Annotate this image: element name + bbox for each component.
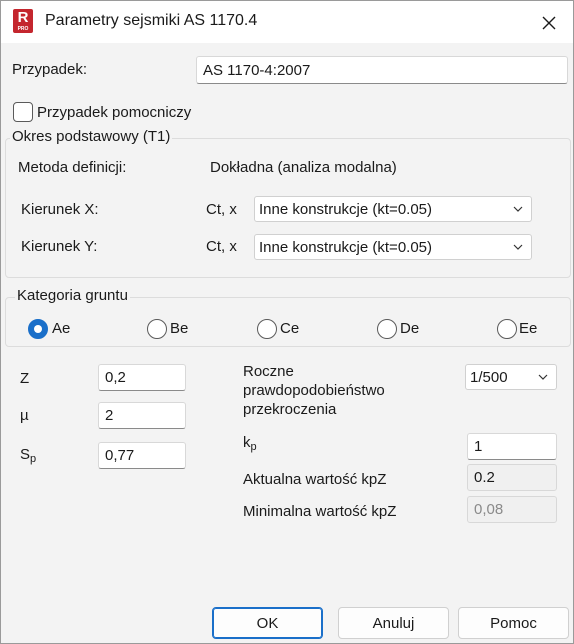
cancel-button-label: Anuluj bbox=[372, 614, 415, 632]
probability-value: 1/500 bbox=[470, 368, 508, 386]
soil-radio-be[interactable] bbox=[147, 319, 167, 339]
z-value: 0,2 bbox=[105, 369, 126, 386]
auxiliary-case-label: Przypadek pomocniczy bbox=[37, 104, 192, 121]
mu-label: µ bbox=[20, 407, 29, 424]
sp-value: 0,77 bbox=[105, 447, 135, 464]
z-input[interactable]: 0,2 bbox=[98, 364, 186, 391]
probability-select[interactable]: 1/500 bbox=[465, 364, 557, 390]
kp-label-main: k bbox=[243, 434, 251, 451]
direction-x-label: Kierunek X: bbox=[21, 201, 99, 218]
auxiliary-case-checkbox[interactable] bbox=[13, 102, 33, 122]
chevron-down-icon bbox=[513, 206, 523, 212]
soil-category-title: Kategoria gruntu bbox=[15, 287, 130, 304]
minimum-kpz-field: 0,08 bbox=[467, 496, 557, 523]
case-label: Przypadek: bbox=[12, 61, 88, 78]
direction-y-value: Inne konstrukcje (kt=0.05) bbox=[259, 238, 433, 256]
sp-input[interactable]: 0,77 bbox=[98, 442, 186, 469]
minimum-kpz-label: Minimalna wartość kpZ bbox=[243, 503, 397, 520]
case-input[interactable]: AS 1170-4:2007 bbox=[196, 56, 568, 84]
soil-label-ce: Ce bbox=[280, 320, 300, 337]
mu-input[interactable]: 2 bbox=[98, 402, 186, 429]
case-value: AS 1170-4:2007 bbox=[203, 61, 311, 79]
minimum-kpz-value: 0,08 bbox=[474, 501, 504, 518]
method-label: Metoda definicji: bbox=[18, 159, 127, 176]
soil-label-ae: Ae bbox=[52, 320, 71, 337]
kp-input[interactable]: 1 bbox=[467, 433, 557, 460]
method-value: Dokładna (analiza modalna) bbox=[210, 159, 397, 176]
ok-button[interactable]: OK bbox=[212, 607, 323, 639]
direction-x-select[interactable]: Inne konstrukcje (kt=0.05) bbox=[254, 196, 532, 222]
soil-radio-ce[interactable] bbox=[257, 319, 277, 339]
title-bar: R PRO Parametry sejsmiki AS 1170.4 bbox=[1, 1, 573, 43]
z-label: Z bbox=[20, 370, 30, 387]
direction-x-value: Inne konstrukcje (kt=0.05) bbox=[259, 200, 433, 218]
close-icon bbox=[542, 16, 556, 30]
current-kpz-field: 0.2 bbox=[467, 464, 557, 491]
sp-label-main: S bbox=[20, 446, 31, 463]
sp-label: Sp bbox=[20, 446, 36, 465]
sp-label-sub: p bbox=[30, 453, 37, 465]
soil-label-de: De bbox=[400, 320, 420, 337]
probability-label-line3: przekroczenia bbox=[243, 401, 337, 418]
help-button[interactable]: Pomoc bbox=[458, 607, 569, 639]
base-period-title: Okres podstawowy (T1) bbox=[10, 128, 173, 145]
direction-y-select[interactable]: Inne konstrukcje (kt=0.05) bbox=[254, 234, 532, 260]
ok-button-label: OK bbox=[256, 614, 279, 632]
chevron-down-icon bbox=[513, 244, 523, 250]
window-title: Parametry sejsmiki AS 1170.4 bbox=[45, 12, 258, 29]
revit-pro-icon: R PRO bbox=[13, 9, 33, 33]
direction-y-ct-label: Ct, x bbox=[206, 238, 237, 255]
soil-radio-de[interactable] bbox=[377, 319, 397, 339]
probability-label-line2: prawdopodobieństwo bbox=[243, 382, 385, 399]
direction-x-ct-label: Ct, x bbox=[206, 201, 237, 218]
cancel-button[interactable]: Anuluj bbox=[338, 607, 449, 639]
soil-radio-ae[interactable] bbox=[28, 319, 48, 339]
direction-y-label: Kierunek Y: bbox=[21, 238, 98, 255]
current-kpz-label: Aktualna wartość kpZ bbox=[243, 471, 387, 488]
soil-label-be: Be bbox=[170, 320, 189, 337]
help-button-label: Pomoc bbox=[490, 614, 537, 632]
dialog-window: R PRO Parametry sejsmiki AS 1170.4 Przypa… bbox=[0, 0, 574, 644]
kp-label: kp bbox=[243, 434, 257, 453]
soil-label-ee: Ee bbox=[519, 320, 538, 337]
close-button[interactable] bbox=[527, 7, 571, 39]
kp-label-sub: p bbox=[250, 441, 257, 453]
soil-radio-ee[interactable] bbox=[497, 319, 517, 339]
chevron-down-icon bbox=[538, 374, 548, 380]
probability-label-line1: Roczne bbox=[243, 363, 294, 380]
mu-value: 2 bbox=[105, 407, 114, 424]
current-kpz-value: 0.2 bbox=[474, 469, 495, 486]
kp-value: 1 bbox=[474, 438, 483, 455]
